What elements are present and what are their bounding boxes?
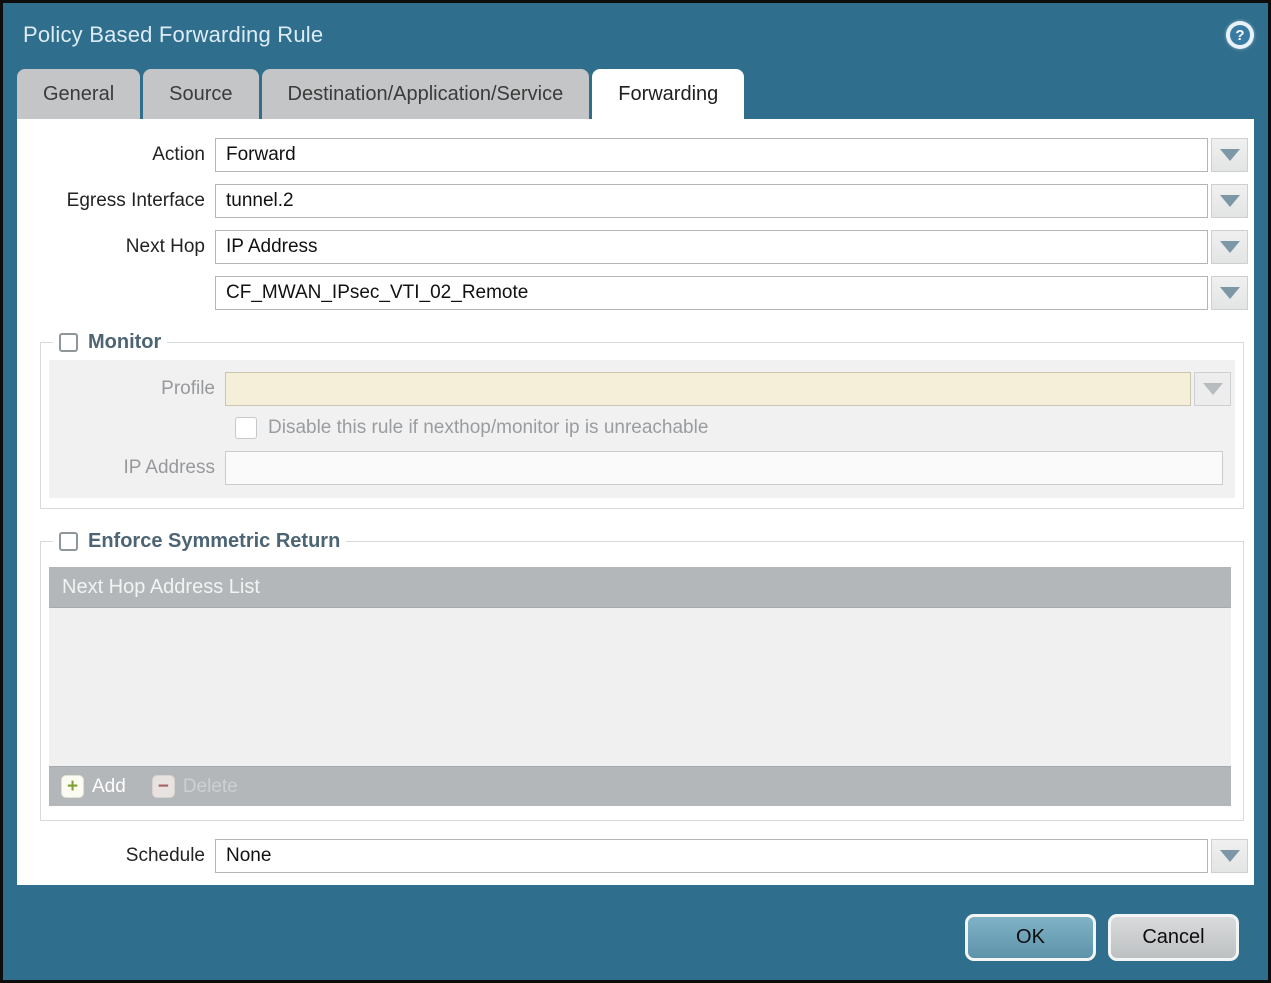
egress-interface-dropdown-button[interactable] — [1211, 184, 1248, 218]
profile-label: Profile — [49, 378, 225, 400]
next-hop-address-row — [17, 276, 1248, 310]
tab-destination-application-service[interactable]: Destination/Application/Service — [262, 69, 590, 119]
monitor-checkbox[interactable] — [59, 333, 78, 352]
chevron-down-icon — [1220, 241, 1240, 253]
table-header-label: Next Hop Address List — [62, 576, 260, 599]
egress-interface-input[interactable] — [215, 184, 1208, 218]
minus-icon: − — [152, 775, 175, 798]
add-button-label: Add — [92, 776, 126, 798]
forwarding-tab-panel: Action Egress Interface Next Hop — [17, 119, 1254, 885]
disable-rule-checkbox — [235, 417, 257, 439]
cancel-button[interactable]: Cancel — [1108, 914, 1239, 961]
monitor-legend: Monitor — [53, 331, 167, 354]
schedule-row: Schedule — [17, 839, 1248, 873]
help-icon: ? — [1230, 25, 1250, 45]
dialog-title: Policy Based Forwarding Rule — [23, 22, 323, 48]
enforce-symmetric-return-checkbox[interactable] — [59, 532, 78, 551]
tab-source[interactable]: Source — [143, 69, 258, 119]
enforce-symmetric-return-section: Enforce Symmetric Return Next Hop Addres… — [40, 530, 1244, 821]
table-body-empty[interactable] — [49, 608, 1231, 766]
chevron-down-icon — [1220, 850, 1240, 862]
chevron-down-icon — [1220, 195, 1240, 207]
next-hop-address-dropdown-button[interactable] — [1211, 276, 1248, 310]
monitor-ip-address-label: IP Address — [49, 457, 225, 479]
tab-bar: General Source Destination/Application/S… — [3, 67, 1268, 119]
egress-interface-label: Egress Interface — [17, 190, 215, 212]
enforce-symmetric-return-legend-label: Enforce Symmetric Return — [88, 530, 340, 553]
tab-forwarding[interactable]: Forwarding — [592, 69, 744, 119]
delete-button-label: Delete — [183, 776, 238, 798]
next-hop-row: Next Hop — [17, 230, 1248, 264]
egress-interface-row: Egress Interface — [17, 184, 1248, 218]
action-input[interactable] — [215, 138, 1208, 172]
disable-rule-row: Disable this rule if nexthop/monitor ip … — [235, 417, 1231, 439]
action-label: Action — [17, 144, 215, 166]
monitor-section: Monitor Profile Disable this rule if nex… — [40, 331, 1244, 509]
next-hop-label: Next Hop — [17, 236, 215, 258]
profile-dropdown-button — [1194, 372, 1231, 406]
help-button[interactable]: ? — [1226, 21, 1254, 49]
profile-input — [225, 372, 1191, 406]
delete-button: − Delete — [152, 775, 238, 798]
schedule-dropdown-button[interactable] — [1211, 839, 1248, 873]
dialog-footer: OK Cancel — [3, 885, 1268, 980]
monitor-legend-label: Monitor — [88, 331, 161, 354]
chevron-down-icon — [1220, 149, 1240, 161]
profile-row: Profile — [49, 372, 1231, 406]
next-hop-type-input[interactable] — [215, 230, 1208, 264]
chevron-down-icon — [1220, 287, 1240, 299]
next-hop-address-input[interactable] — [215, 276, 1208, 310]
schedule-label: Schedule — [17, 845, 215, 867]
action-dropdown-button[interactable] — [1211, 138, 1248, 172]
add-button[interactable]: + Add — [61, 775, 126, 798]
ok-button[interactable]: OK — [965, 914, 1096, 961]
table-header: Next Hop Address List — [49, 567, 1231, 608]
chevron-down-icon — [1203, 383, 1223, 395]
next-hop-address-list-table: Next Hop Address List + Add − Delete — [49, 567, 1231, 806]
tab-general[interactable]: General — [17, 69, 140, 119]
monitor-ip-address-row: IP Address — [49, 451, 1231, 485]
dialog-window: Policy Based Forwarding Rule ? General S… — [0, 0, 1271, 983]
action-row: Action — [17, 138, 1248, 172]
table-footer: + Add − Delete — [49, 766, 1231, 806]
enforce-symmetric-return-legend: Enforce Symmetric Return — [53, 530, 346, 553]
plus-icon: + — [61, 775, 84, 798]
next-hop-dropdown-button[interactable] — [1211, 230, 1248, 264]
disable-rule-label: Disable this rule if nexthop/monitor ip … — [268, 417, 708, 439]
monitor-ip-address-input — [225, 451, 1223, 485]
monitor-panel: Profile Disable this rule if nexthop/mon… — [49, 360, 1235, 498]
schedule-input[interactable] — [215, 839, 1208, 873]
title-bar: Policy Based Forwarding Rule ? — [3, 3, 1268, 67]
